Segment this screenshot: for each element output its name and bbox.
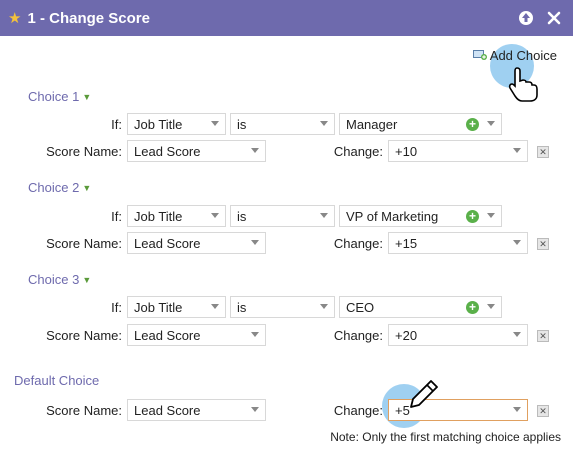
score-name-select[interactable]: Lead Score [127, 324, 266, 346]
chevron-down-icon [487, 121, 495, 126]
chevron-down-icon [251, 332, 259, 337]
change-label: Change: [333, 403, 383, 418]
chevron-down-icon [320, 213, 328, 218]
field-select[interactable]: Job Title [127, 296, 226, 318]
collapse-triangle-icon: ▼ [82, 182, 92, 193]
operator-select[interactable]: is [230, 205, 335, 227]
delete-choice-icon[interactable]: ✕ [537, 238, 549, 250]
choice-3-heading[interactable]: Choice 3 ▼ [28, 272, 91, 287]
operator-select-value: is [237, 116, 247, 132]
add-value-icon[interactable]: + [466, 301, 479, 314]
chevron-down-icon [513, 407, 521, 412]
change-select[interactable]: +15 [388, 232, 528, 254]
change-label: Change: [333, 144, 383, 159]
collapse-triangle-icon: ▼ [82, 274, 92, 285]
delete-choice-icon[interactable]: ✕ [537, 146, 549, 158]
chevron-down-icon [487, 304, 495, 309]
chevron-down-icon [320, 121, 328, 126]
add-value-icon[interactable]: + [466, 118, 479, 131]
value-select-value: VP of Marketing [346, 208, 439, 224]
default-choice-heading-label: Default Choice [14, 373, 100, 388]
hand-cursor-icon [508, 66, 538, 105]
arrow-up-circle-icon[interactable] [517, 9, 535, 27]
value-select-value: CEO [346, 299, 375, 315]
chevron-down-icon [211, 304, 219, 309]
collapse-triangle-icon: ▼ [82, 91, 92, 102]
chevron-down-icon [211, 213, 219, 218]
dialog-title: 1 - Change Score [27, 9, 150, 27]
change-value: +20 [395, 327, 418, 343]
delete-choice-icon[interactable]: ✕ [537, 405, 549, 417]
footer-note: Note: Only the first matching choice app… [330, 430, 561, 444]
score-name-select[interactable]: Lead Score [127, 140, 266, 162]
choice-1-heading-label: Choice 1 [28, 89, 80, 104]
value-select-value: Manager [346, 116, 398, 132]
default-choice-heading: Default Choice [14, 373, 99, 388]
change-select[interactable]: +10 [388, 140, 528, 162]
operator-select[interactable]: is [230, 296, 335, 318]
chevron-down-icon [513, 332, 521, 337]
chevron-down-icon [487, 213, 495, 218]
chevron-down-icon [513, 148, 521, 153]
change-select[interactable]: +20 [388, 324, 528, 346]
if-label: If: [111, 209, 122, 224]
change-value: +15 [395, 235, 418, 251]
if-label: If: [111, 300, 122, 315]
choice-1-heading[interactable]: Choice 1 ▼ [28, 89, 91, 104]
chevron-down-icon [211, 121, 219, 126]
choice-2-heading[interactable]: Choice 2 ▼ [28, 180, 91, 195]
change-label: Change: [333, 328, 383, 343]
dialog-titlebar: ★ 1 - Change Score [0, 0, 573, 36]
field-select-value: Job Title [134, 116, 183, 132]
choice-2-heading-label: Choice 2 [28, 180, 80, 195]
field-select[interactable]: Job Title [127, 205, 226, 227]
score-name-value: Lead Score [134, 143, 201, 159]
add-choice-button[interactable]: Add Choice [472, 48, 557, 63]
score-name-label: Score Name: [46, 403, 122, 418]
operator-select[interactable]: is [230, 113, 335, 135]
change-label: Change: [333, 236, 383, 251]
if-label: If: [111, 117, 122, 132]
score-name-value: Lead Score [134, 327, 201, 343]
score-name-label: Score Name: [46, 144, 122, 159]
field-select-value: Job Title [134, 299, 183, 315]
default-score-name-select[interactable]: Lead Score [127, 399, 266, 421]
chevron-down-icon [251, 240, 259, 245]
add-choice-icon [472, 48, 487, 63]
add-value-icon[interactable]: + [466, 210, 479, 223]
field-select[interactable]: Job Title [127, 113, 226, 135]
score-name-value: Lead Score [134, 402, 201, 418]
chevron-down-icon [320, 304, 328, 309]
delete-choice-icon[interactable]: ✕ [537, 330, 549, 342]
field-select-value: Job Title [134, 208, 183, 224]
pencil-cursor-icon [406, 378, 440, 415]
chevron-down-icon [513, 240, 521, 245]
score-name-select[interactable]: Lead Score [127, 232, 266, 254]
star-icon: ★ [8, 10, 22, 27]
add-choice-label: Add Choice [489, 48, 557, 63]
score-name-label: Score Name: [46, 236, 122, 251]
operator-select-value: is [237, 208, 247, 224]
score-name-value: Lead Score [134, 235, 201, 251]
chevron-down-icon [251, 148, 259, 153]
choice-3-heading-label: Choice 3 [28, 272, 80, 287]
chevron-down-icon [251, 407, 259, 412]
change-value: +10 [395, 143, 418, 159]
score-name-label: Score Name: [46, 328, 122, 343]
operator-select-value: is [237, 299, 247, 315]
close-icon[interactable] [545, 9, 563, 27]
